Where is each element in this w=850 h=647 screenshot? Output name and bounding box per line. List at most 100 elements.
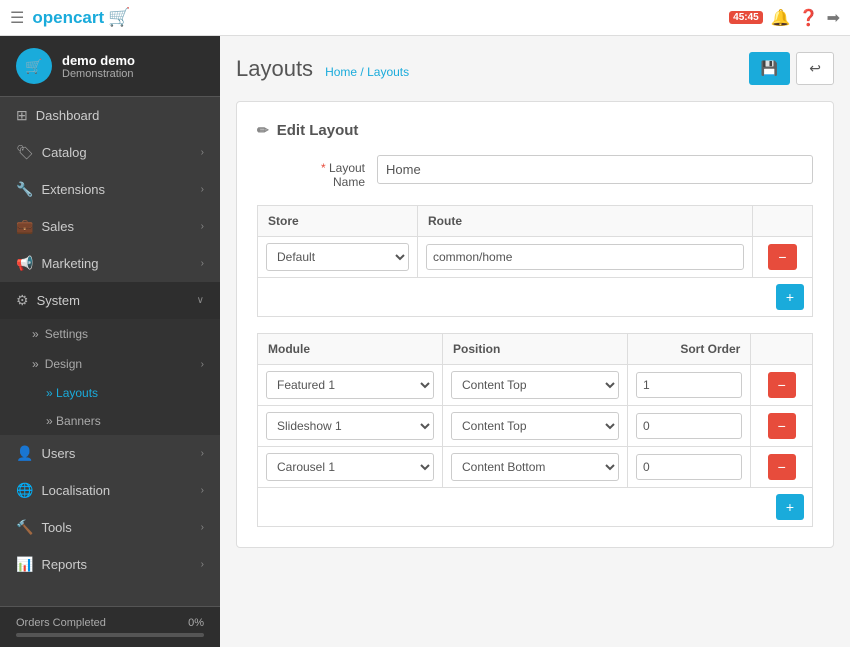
module-select-2[interactable]: Featured 1Slideshow 1Carousel 1 [266,453,434,481]
sidebar-item-layouts[interactable]: » Layouts [0,379,220,407]
system-icon: ⚙ [16,292,29,309]
logout-icon[interactable]: ➡ [827,8,840,28]
banners-label: Banners [56,414,101,428]
sidebar-item-reports[interactable]: 📊 Reports › [0,546,220,583]
bullet-icon: » [32,327,39,341]
sales-icon: 💼 [16,218,33,235]
delete-store-cell: − [753,237,813,278]
page-title-area: Layouts Home / Layouts [236,56,409,82]
main-content: Layouts Home / Layouts 💾 ↩ ✏ Edit Layout [220,36,850,647]
sortorder-input-1[interactable] [636,413,742,439]
design-label: Design [45,357,82,371]
sidebar-item-extensions[interactable]: 🔧 Extensions › [0,171,220,208]
add-module-row: + [258,488,813,527]
position-col-header: Position [443,334,628,365]
position-select-2[interactable]: Content TopContent BottomColumn LeftColu… [451,453,619,481]
position-select-0[interactable]: Content TopContent BottomColumn LeftColu… [451,371,619,399]
sortorder-input-2[interactable] [636,454,742,480]
sidebar-item-marketing[interactable]: 📢 Marketing › [0,245,220,282]
add-store-button[interactable]: + [776,284,804,310]
action-col-header [753,206,813,237]
chevron-right-icon: › [201,559,204,570]
sortorder-input-0[interactable] [636,372,742,398]
edit-layout-card: ✏ Edit Layout * LayoutName Store Route [236,101,834,548]
card-title: ✏ Edit Layout [257,122,813,139]
sidebar-item-catalog[interactable]: 🏷 Catalog › [0,134,220,171]
chevron-right-icon: › [201,522,204,533]
module-table: Module Position Sort Order Featured 1Sli… [257,333,813,527]
help-icon[interactable]: ❓ [799,8,819,28]
position-select-1[interactable]: Content TopContent BottomColumn LeftColu… [451,412,619,440]
sidebar-item-dashboard[interactable]: ⊞ Dashboard [0,97,220,134]
delete-store-button[interactable]: − [768,244,796,270]
sidebar-item-localisation[interactable]: 🌐 Localisation › [0,472,220,509]
store-route-table: Store Route Default − [257,205,813,317]
chevron-right-icon: › [201,147,204,158]
position-cell-0: Content TopContent BottomColumn LeftColu… [443,365,628,406]
bell-icon[interactable]: 🔔 [771,8,791,28]
reports-icon: 📊 [16,556,33,573]
delete-module-button-1[interactable]: − [768,413,796,439]
sidebar-item-label: Reports [41,557,87,572]
menu-icon[interactable]: ☰ [10,8,24,28]
layout-name-group: * LayoutName [257,155,813,189]
logo-text: opencart [32,8,104,28]
sidebar: 🛒 demo demo Demonstration ⊞ Dashboard 🏷 … [0,36,220,647]
sidebar-item-tools[interactable]: 🔨 Tools › [0,509,220,546]
table-row: Featured 1Slideshow 1Carousel 1 Content … [258,365,813,406]
module-select-0[interactable]: Featured 1Slideshow 1Carousel 1 [266,371,434,399]
chevron-down-icon: ∨ [197,295,204,306]
module-cell-0: Featured 1Slideshow 1Carousel 1 [258,365,443,406]
user-name: demo demo [62,53,135,68]
page-header: Layouts Home / Layouts 💾 ↩ [236,52,834,85]
delete-module-cell-2: − [751,447,813,488]
layout-name-input[interactable] [377,155,813,184]
position-cell-1: Content TopContent BottomColumn LeftColu… [443,406,628,447]
route-input[interactable] [426,244,744,270]
layout-name-label: * LayoutName [257,155,377,189]
chevron-right-icon: › [201,448,204,459]
sidebar-user: 🛒 demo demo Demonstration [0,36,220,97]
bullet-icon: » [32,357,39,371]
progress-percent: 0% [188,617,204,629]
save-button[interactable]: 💾 [749,52,790,85]
table-row: Featured 1Slideshow 1Carousel 1 Content … [258,447,813,488]
store-select[interactable]: Default [266,243,409,271]
table-row: Default − [258,237,813,278]
chevron-right-icon: › [201,359,204,370]
sidebar-item-users[interactable]: 👤 Users › [0,435,220,472]
sidebar-item-label: Dashboard [36,108,100,123]
sortorder-cell-2 [628,447,751,488]
delete-module-button-0[interactable]: − [768,372,796,398]
page-title: Layouts [236,56,313,82]
catalog-icon: 🏷 [16,144,34,161]
sidebar-nav: ⊞ Dashboard 🏷 Catalog › 🔧 Extensions › [0,97,220,606]
sidebar-item-sales[interactable]: 💼 Sales › [0,208,220,245]
topbar: ☰ opencart 🛒 45:45 🔔 ❓ ➡ [0,0,850,36]
sidebar-item-label: Users [41,446,75,461]
users-icon: 👤 [16,445,33,462]
sidebar-item-banners[interactable]: » Banners [0,407,220,435]
chevron-right-icon: › [201,485,204,496]
sidebar-item-settings[interactable]: » Settings [0,319,220,349]
sidebar-item-label: Localisation [41,483,110,498]
topbar-left: ☰ opencart 🛒 [10,7,131,28]
breadcrumb-home[interactable]: Home [325,65,357,79]
bullet-icon: » [46,386,53,400]
sidebar-item-design[interactable]: » Design › [0,349,220,379]
localisation-icon: 🌐 [16,482,33,499]
back-button[interactable]: ↩ [796,52,834,85]
module-cell-2: Featured 1Slideshow 1Carousel 1 [258,447,443,488]
add-store-cell: + [258,278,813,317]
page-actions: 💾 ↩ [749,52,834,85]
extensions-icon: 🔧 [16,181,33,198]
sidebar-item-label: System [37,293,80,308]
position-cell-2: Content TopContent BottomColumn LeftColu… [443,447,628,488]
tools-icon: 🔨 [16,519,33,536]
settings-label: Settings [45,327,88,341]
delete-module-button-2[interactable]: − [768,454,796,480]
add-module-button[interactable]: + [776,494,804,520]
module-select-1[interactable]: Featured 1Slideshow 1Carousel 1 [266,412,434,440]
system-submenu: » Settings » Design › » Layouts » Banner… [0,319,220,435]
sidebar-item-system[interactable]: ⚙ System ∨ [0,282,220,319]
